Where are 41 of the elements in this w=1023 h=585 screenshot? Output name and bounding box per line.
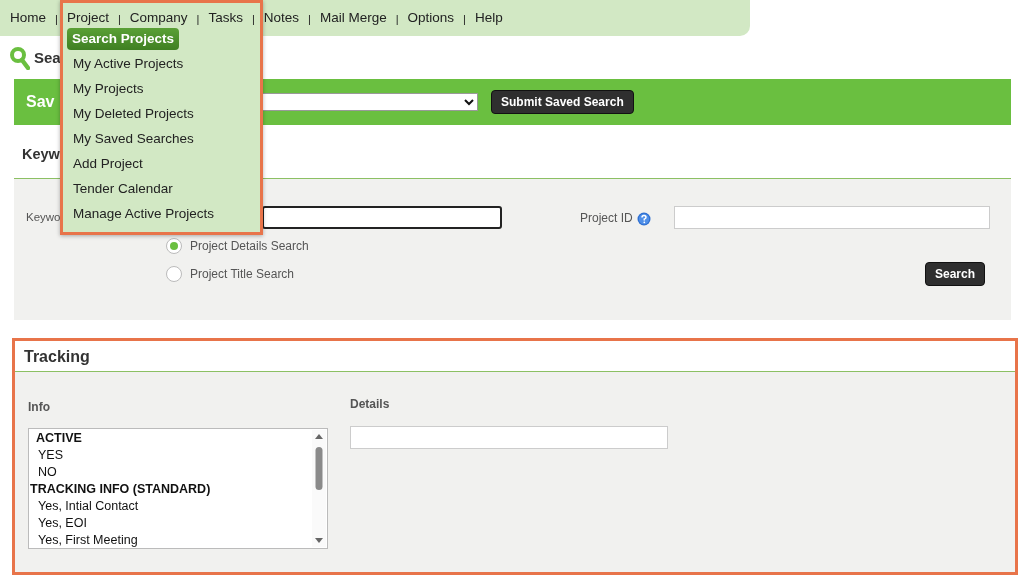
menu-item[interactable]: Search Projects xyxy=(67,28,180,50)
nav-separator: | xyxy=(395,12,399,28)
nav-link[interactable]: Notes xyxy=(263,7,300,29)
nav-separator: | xyxy=(117,12,121,28)
nav-link[interactable]: Company xyxy=(129,7,188,29)
radio-label: Project Title Search xyxy=(190,266,295,283)
keyword-label: Keywo xyxy=(26,209,61,225)
submit-saved-search-button[interactable]: Submit Saved Search xyxy=(491,90,634,114)
info-label: Info xyxy=(28,399,51,416)
nav-separator: | xyxy=(55,12,58,28)
menu-item[interactable]: Tender Calendar xyxy=(67,178,178,200)
details-label: Details xyxy=(350,396,391,413)
search-button[interactable]: Search xyxy=(924,262,985,286)
menu-item[interactable]: My Projects xyxy=(67,78,149,100)
menu-item[interactable]: My Deleted Projects xyxy=(67,103,199,125)
menu-item[interactable]: Manage Active Projects xyxy=(67,203,220,225)
nav-separator: | xyxy=(463,12,466,28)
radio-label: Project Details Search xyxy=(190,238,309,255)
nav-link[interactable]: Tasks xyxy=(208,7,243,29)
nav-link[interactable]: Help xyxy=(474,7,503,29)
list-option[interactable]: Yes, EOI xyxy=(29,515,327,532)
menu-item[interactable]: My Saved Searches xyxy=(67,128,199,150)
nav-separator: | xyxy=(251,12,255,28)
option-group: TRACKING INFO (STANDARD) xyxy=(29,481,327,498)
list-option[interactable]: Yes, Intial Contact xyxy=(29,498,327,515)
saved-search-label: Sav xyxy=(26,92,55,112)
nav-link[interactable]: Mail Merge xyxy=(319,7,387,29)
nav-separator: | xyxy=(196,12,200,28)
menu-item[interactable]: My Active Projects xyxy=(67,53,189,75)
list-option[interactable]: YES xyxy=(29,447,327,464)
info-listbox[interactable]: ACTIVE YES NO TRACKING INFO (STANDARD) Yes, Intial Contact Yes, EOI Yes, First Meeting xyxy=(28,428,328,549)
page-title: Sea xyxy=(34,47,61,68)
list-option[interactable]: NO xyxy=(29,464,327,481)
project-id-label: Project ID xyxy=(580,209,633,227)
nav-link[interactable]: Options xyxy=(407,7,455,29)
option-group: ACTIVE xyxy=(29,430,327,447)
nav-link[interactable]: Project xyxy=(66,7,109,29)
nav-link[interactable]: Home xyxy=(10,7,46,29)
menu-item[interactable]: Add Project xyxy=(67,153,148,175)
nav-separator: | xyxy=(308,12,311,28)
list-option[interactable]: Yes, First Meeting xyxy=(29,532,327,549)
